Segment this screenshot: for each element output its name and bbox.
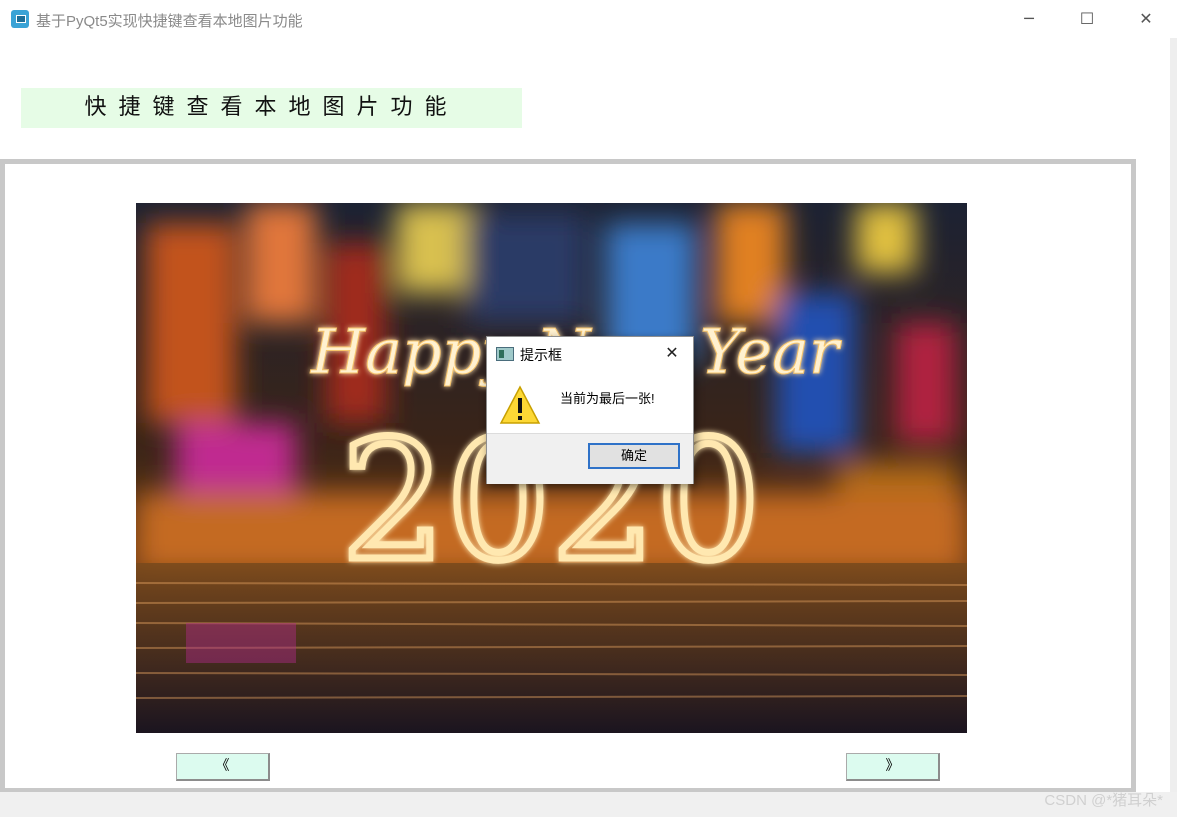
ok-button[interactable]: 确定 (588, 443, 680, 469)
maximize-button[interactable]: ☐ (1058, 0, 1116, 38)
minimize-button[interactable]: ─ (1000, 0, 1058, 38)
previous-image-button[interactable]: 《 (176, 753, 270, 781)
app-icon (11, 10, 29, 28)
close-button[interactable]: ✕ (1117, 0, 1175, 38)
window-title: 基于PyQt5实现快捷键查看本地图片功能 (36, 13, 303, 30)
dialog-message: 当前为最后一张! (560, 391, 655, 406)
warning-dialog: 提示框 ✕ 当前为最后一张! 确定 (486, 336, 694, 484)
dialog-app-icon (496, 347, 514, 361)
dialog-title: 提示框 (520, 347, 562, 363)
watermark: CSDN @*猪耳朵* (1044, 792, 1163, 809)
window-edge (1170, 38, 1177, 798)
dialog-close-icon[interactable]: ✕ (659, 341, 685, 365)
status-bar (0, 792, 1177, 817)
warning-icon (499, 385, 541, 430)
dialog-button-bar: 确定 (487, 433, 693, 484)
window-titlebar: 基于PyQt5实现快捷键查看本地图片功能 ─ ☐ ✕ (0, 0, 1177, 38)
page-title: 快捷键查看本地图片功能 (21, 88, 522, 128)
next-image-button[interactable]: 》 (846, 753, 940, 781)
